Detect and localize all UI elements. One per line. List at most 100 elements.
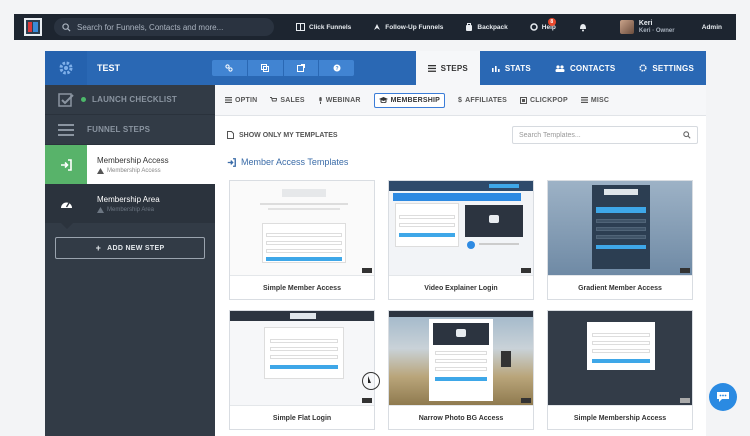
step-membership-area[interactable]: Membership Area Membership Area (45, 184, 215, 229)
templates-panel: OPTIN SALES WEBINAR MEMBERSHIP $ AFFILIAT… (215, 85, 706, 436)
template-card[interactable]: Simple Member Access (229, 180, 375, 300)
template-categories: OPTIN SALES WEBINAR MEMBERSHIP $ AFFILIAT… (215, 85, 706, 116)
clickfunnels-logo[interactable] (24, 18, 42, 36)
template-thumbnail (389, 181, 533, 276)
avatar (619, 20, 634, 34)
tab-contacts[interactable]: CONTACTS (543, 51, 627, 85)
add-new-step-button[interactable]: + ADD NEW STEP (55, 237, 205, 259)
bar-chart-icon (491, 65, 500, 72)
tab-settings-label: SETTINGS (652, 63, 694, 73)
link-button[interactable] (212, 60, 248, 76)
funnel-steps-label: FUNNEL STEPS (87, 125, 151, 134)
copy-button[interactable] (248, 60, 284, 76)
plus-icon: + (95, 243, 102, 253)
template-card[interactable]: Gradient Member Access (547, 180, 693, 300)
chat-widget-button[interactable] (709, 383, 737, 411)
template-card[interactable]: Video Explainer Login (388, 180, 534, 300)
template-name: Gradient Member Access (578, 284, 662, 292)
list-icon (225, 97, 232, 103)
template-thumbnail (230, 311, 374, 406)
category-label: MEMBERSHIP (390, 96, 441, 104)
show-only-my-templates-label: SHOW ONLY MY TEMPLATES (239, 131, 338, 139)
template-name: Simple Member Access (263, 284, 341, 292)
tab-steps[interactable]: STEPS (415, 51, 480, 85)
tab-steps-label: STEPS (440, 63, 468, 73)
template-name: Simple Flat Login (272, 414, 332, 422)
file-icon (227, 131, 234, 139)
menu-icon (58, 123, 74, 136)
funnel-tools: ? (212, 60, 354, 76)
funnel-sidebar: LAUNCH CHECKLIST FUNNEL STEPS Membership… (45, 85, 215, 436)
sign-in-icon (227, 157, 236, 167)
search-icon (62, 22, 71, 32)
global-search-placeholder: Search for Funnels, Contacts and more... (77, 22, 224, 32)
user-menu[interactable]: Keri Keri · Owner (619, 20, 675, 34)
users-icon (555, 64, 565, 72)
help-badge: 8 (547, 18, 556, 26)
template-thumbnail (548, 311, 692, 406)
launch-checklist-label: LAUNCH CHECKLIST (92, 95, 177, 104)
nav-click-funnels-label: Click Funnels (309, 23, 352, 31)
admin-link[interactable]: Admin (702, 24, 722, 31)
funnel-header: TEST ? STEPS STATS CONTACTS SETTINGS (45, 51, 706, 85)
checklist-icon (58, 92, 74, 107)
step-name: Membership Access (97, 155, 169, 165)
template-name: Video Explainer Login (424, 284, 498, 292)
section-title: Member Access Templates (227, 157, 348, 167)
template-thumbnail (389, 311, 533, 406)
copy-icon (261, 64, 270, 72)
nav-backpack[interactable]: Backpack (465, 23, 508, 31)
step-membership-access[interactable]: Membership Access Membership Access (45, 145, 215, 190)
link-icon (225, 64, 233, 72)
search-icon (683, 131, 691, 139)
chat-icon (717, 392, 729, 402)
nav-follow-up-funnels[interactable]: Follow-Up Funnels (373, 23, 443, 31)
category-sales[interactable]: SALES (270, 97, 305, 104)
template-name: Narrow Photo BG Access (418, 414, 504, 422)
global-search-input[interactable]: Search for Funnels, Contacts and more... (54, 18, 274, 36)
nav-click-funnels[interactable]: Click Funnels (296, 23, 351, 31)
list-icon (580, 97, 588, 103)
funnel-settings-gear[interactable] (45, 51, 87, 85)
template-card[interactable]: Simple Flat Login (229, 310, 375, 430)
funnel-steps-header: FUNNEL STEPS (45, 115, 215, 145)
template-name: Simple Membership Access (573, 414, 667, 422)
template-search-placeholder: Search Templates... (519, 131, 581, 139)
backpack-icon (466, 23, 473, 31)
template-card[interactable]: Simple Membership Access (547, 310, 693, 430)
help-gear-icon (530, 23, 538, 31)
category-membership[interactable]: MEMBERSHIP (373, 92, 446, 108)
warning-icon (97, 206, 104, 213)
graduation-cap-icon (378, 97, 388, 103)
category-label: OPTIN (235, 96, 258, 104)
template-thumbnail (230, 181, 374, 276)
tab-stats[interactable]: STATS (480, 51, 543, 85)
notifications-bell[interactable] (578, 22, 592, 32)
launch-checklist[interactable]: LAUNCH CHECKLIST (45, 85, 215, 115)
category-label: WEBINAR (325, 96, 361, 104)
category-affiliates[interactable]: $ AFFILIATES (458, 97, 507, 104)
external-link-button[interactable] (284, 60, 320, 76)
tab-settings[interactable]: SETTINGS (627, 51, 706, 85)
category-webinar[interactable]: WEBINAR (318, 96, 361, 104)
dollar-icon: $ (458, 96, 463, 104)
template-search-input[interactable]: Search Templates... (512, 126, 698, 144)
sign-in-icon (61, 158, 72, 171)
status-dot (81, 97, 86, 102)
mouse-cursor-icon (362, 372, 380, 390)
nav-help[interactable]: Help 8 (530, 18, 556, 31)
list-icon (427, 64, 436, 72)
top-bar: Search for Funnels, Contacts and more...… (14, 14, 736, 40)
funnel-title: TEST (97, 63, 121, 73)
settings-gear-icon (639, 64, 647, 72)
help-button[interactable]: ? (319, 60, 354, 76)
category-misc[interactable]: MISC (580, 97, 609, 104)
warning-icon (97, 167, 104, 174)
nav-backpack-label: Backpack (477, 23, 508, 31)
category-optin[interactable]: OPTIN (225, 97, 257, 104)
show-only-my-templates-toggle[interactable]: SHOW ONLY MY TEMPLATES (227, 131, 338, 139)
template-card[interactable]: Narrow Photo BG Access (388, 310, 534, 430)
tab-stats-label: STATS (504, 63, 531, 73)
category-label: CLICKPOP (530, 96, 568, 104)
category-clickpop[interactable]: CLICKPOP (520, 96, 568, 104)
